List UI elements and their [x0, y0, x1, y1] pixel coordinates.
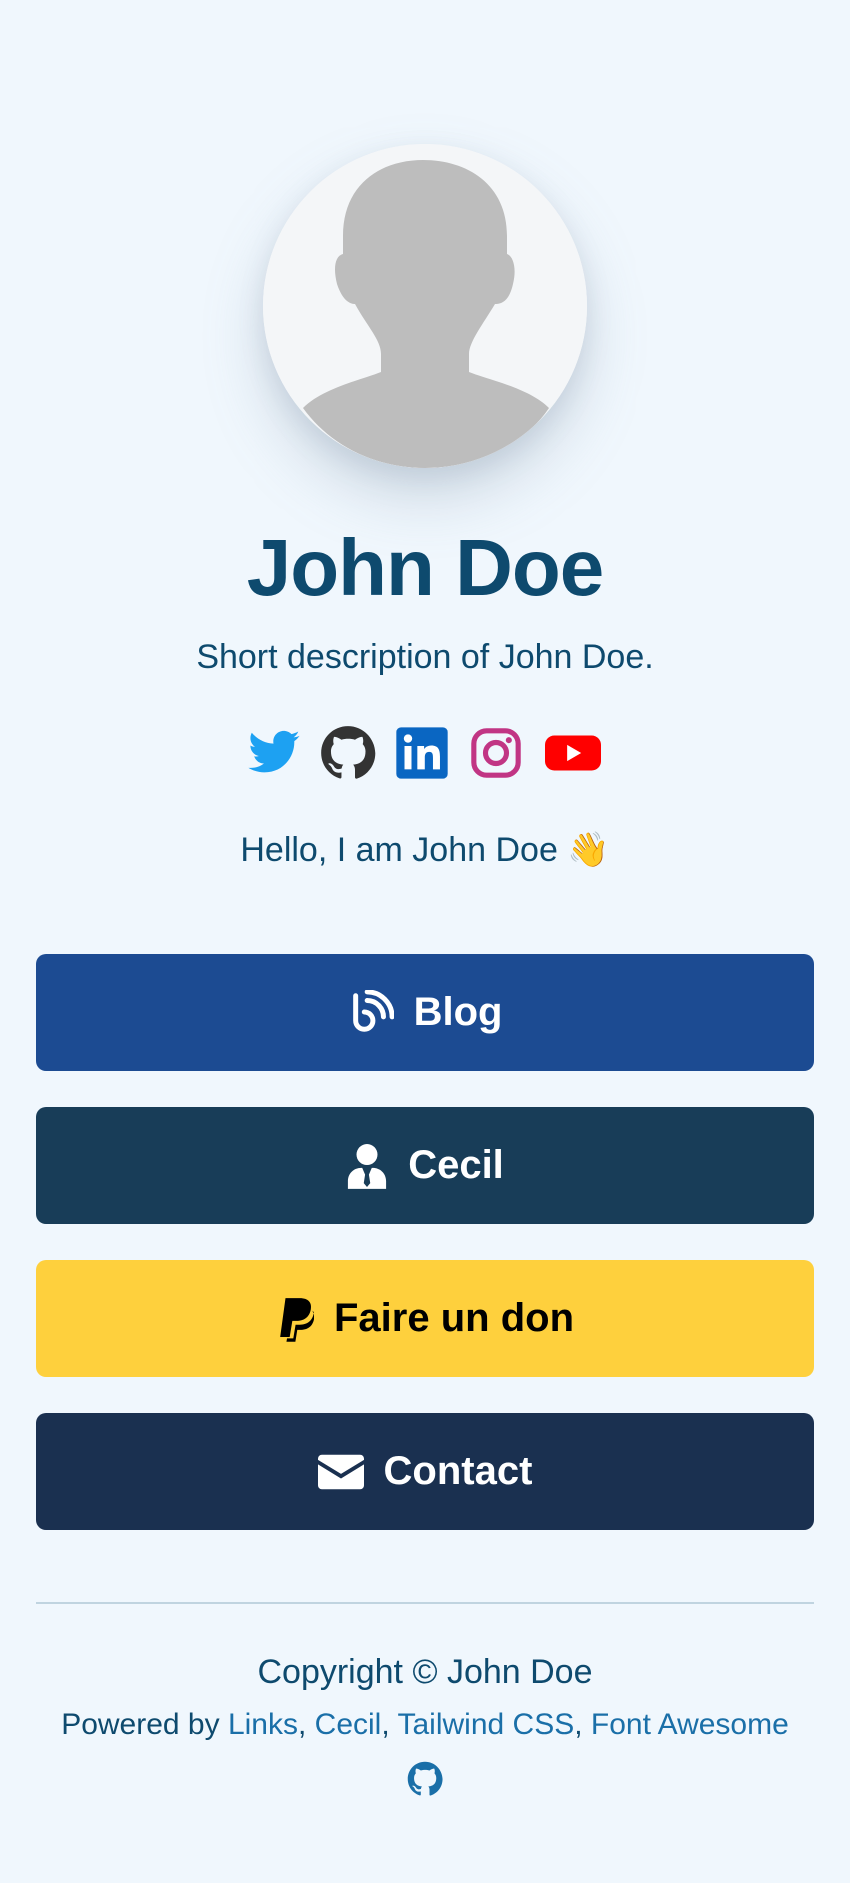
social-links	[0, 725, 850, 781]
link-separator: ,	[381, 1708, 398, 1741]
copyright-text: Copyright © John Doe	[257, 1653, 593, 1691]
link-tailwind-css[interactable]: Tailwind CSS	[398, 1708, 575, 1741]
avatar-placeholder-icon	[263, 144, 587, 468]
profile-description: Short description of John Doe.	[196, 638, 654, 676]
github-icon	[407, 1761, 443, 1796]
source-code-link[interactable]	[407, 1761, 443, 1797]
instagram-link[interactable]	[468, 725, 524, 781]
user-tie-icon	[348, 1143, 387, 1189]
footer-divider	[36, 1602, 814, 1604]
twitter-icon	[248, 730, 300, 773]
instagram-icon	[471, 728, 521, 778]
youtube-link[interactable]	[542, 725, 604, 781]
link-separator: ,	[574, 1708, 591, 1741]
powered-by: Powered by Links, Cecil, Tailwind CSS, F…	[0, 1705, 850, 1745]
powered-by-prefix: Powered by	[61, 1708, 228, 1741]
linkedin-icon	[396, 727, 448, 779]
link-cecil[interactable]: Cecil	[315, 1708, 382, 1741]
contact-button-label: Contact	[383, 1449, 533, 1493]
contact-button[interactable]: Contact	[36, 1413, 814, 1530]
github-link[interactable]	[320, 725, 376, 781]
avatar	[263, 144, 587, 468]
link-links[interactable]: Links	[228, 1708, 298, 1741]
link-font-awesome[interactable]: Font Awesome	[591, 1708, 789, 1741]
donate-button[interactable]: Faire un don	[36, 1260, 814, 1377]
cecil-button-label: Cecil	[408, 1143, 504, 1187]
page: John Doe Short description of John Doe.	[0, 0, 850, 1883]
greeting-text: Hello, I am John Doe 👋	[240, 831, 610, 869]
linkedin-link[interactable]	[394, 725, 450, 781]
twitter-link[interactable]	[246, 725, 302, 781]
blog-button-label: Blog	[413, 990, 503, 1034]
paypal-icon	[280, 1297, 314, 1342]
youtube-icon	[545, 735, 601, 771]
blog-icon	[352, 989, 394, 1032]
blog-button[interactable]: Blog	[36, 954, 814, 1071]
link-separator: ,	[298, 1708, 315, 1741]
donate-button-label: Faire un don	[334, 1296, 574, 1340]
envelope-icon	[317, 1454, 364, 1489]
github-icon	[321, 726, 376, 779]
cecil-button[interactable]: Cecil	[36, 1107, 814, 1224]
profile-name: John Doe	[246, 523, 604, 612]
